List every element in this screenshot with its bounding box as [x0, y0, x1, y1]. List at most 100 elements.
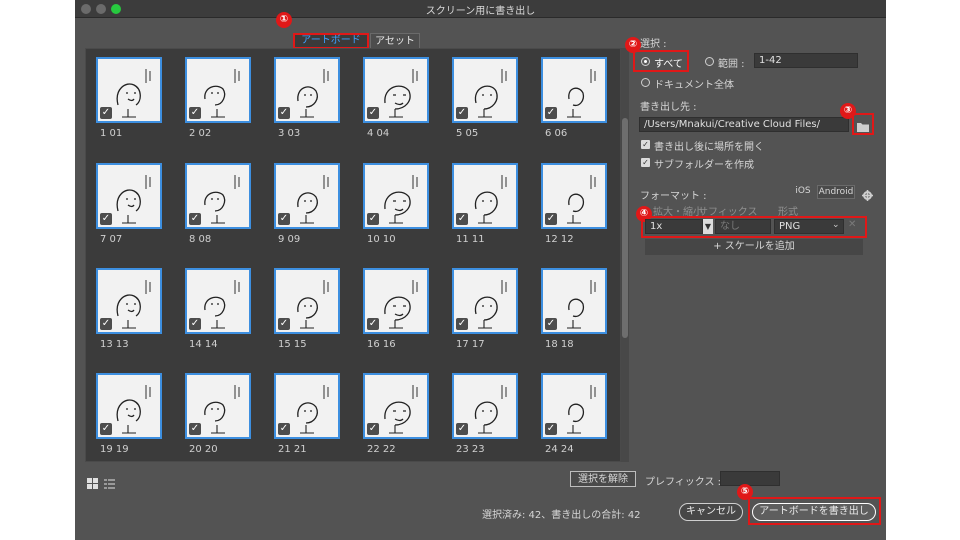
artboard-checkbox[interactable]: ✓ [278, 107, 290, 119]
artboard-thumbnail[interactable]: ✓ [185, 268, 251, 334]
artboard-thumbnail[interactable]: ✓ [274, 163, 340, 229]
window-title: スクリーン用に書き出し [425, 6, 536, 17]
artboard-checkbox[interactable]: ✓ [456, 107, 468, 119]
artboard-checkbox[interactable]: ✓ [456, 423, 468, 435]
radio-all-label: すべて [654, 59, 683, 70]
artboard-label: 18 18 [545, 339, 574, 350]
artboard-checkbox[interactable]: ✓ [456, 213, 468, 225]
grid-scrollbar[interactable] [621, 48, 629, 462]
list-view-icon[interactable] [104, 474, 115, 489]
artboard-thumbnail[interactable]: ✓ [541, 373, 607, 439]
export-for-screens-dialog: スクリーン用に書き出し アートボード アセット ① ✓ 1 01 ✓ 2 02 ✓ 3 0… [75, 0, 886, 540]
artboard-thumbnail[interactable]: ✓ [96, 57, 162, 123]
artboard-checkbox[interactable]: ✓ [278, 423, 290, 435]
export-path-input[interactable]: /Users/Mnakui/Creative Cloud Files/ [639, 117, 849, 132]
scrollbar-thumb[interactable] [622, 118, 628, 338]
artboard-checkbox[interactable]: ✓ [545, 213, 557, 225]
artboard-checkbox[interactable]: ✓ [367, 213, 379, 225]
artboard-thumbnail[interactable]: ✓ [96, 373, 162, 439]
prefix-label: プレフィックス : [645, 477, 722, 488]
chevron-down-icon[interactable]: ▼ [703, 219, 713, 234]
artboard-checkbox[interactable]: ✓ [545, 423, 557, 435]
artboard-checkbox[interactable]: ✓ [278, 318, 290, 330]
artboard-checkbox[interactable]: ✓ [189, 107, 201, 119]
artboard-thumbnail[interactable]: ✓ [96, 268, 162, 334]
cancel-button[interactable]: キャンセル [679, 503, 743, 521]
artboard-checkbox[interactable]: ✓ [278, 213, 290, 225]
radio-range[interactable] [705, 57, 714, 66]
subfolders-checkbox[interactable]: ✓ [641, 158, 650, 167]
prefix-input[interactable] [720, 471, 780, 486]
artboard-thumbnail[interactable]: ✓ [363, 163, 429, 229]
artboard-thumbnail[interactable]: ✓ [452, 57, 518, 123]
artboard-thumbnail[interactable]: ✓ [274, 268, 340, 334]
artboard-thumbnail[interactable]: ✓ [363, 373, 429, 439]
artboard-label: 3 03 [278, 128, 301, 139]
annotation-badge-1: ① [276, 12, 292, 28]
export-artboards-button[interactable]: アートボードを書き出し [752, 503, 876, 521]
artboard-checkbox[interactable]: ✓ [189, 318, 201, 330]
artboard-label: 15 15 [278, 339, 307, 350]
artboard-thumbnail[interactable]: ✓ [452, 373, 518, 439]
open-after-checkbox[interactable]: ✓ [641, 140, 650, 149]
gear-icon[interactable] [862, 186, 873, 201]
artboard-checkbox[interactable]: ✓ [545, 318, 557, 330]
artboard-label: 16 16 [367, 339, 396, 350]
radio-whole-document[interactable] [641, 78, 650, 87]
artboard-label: 17 17 [456, 339, 485, 350]
artboard-label: 5 05 [456, 128, 479, 139]
artboard-thumbnail[interactable]: ✓ [274, 57, 340, 123]
artboard-label: 8 08 [189, 234, 212, 245]
deselect-button[interactable]: 選択を解除 [570, 471, 636, 487]
artboard-checkbox[interactable]: ✓ [100, 318, 112, 330]
ios-preset-button[interactable]: iOS [793, 185, 813, 199]
radio-whole-document-label: ドキュメント全体 [654, 80, 734, 91]
radio-range-label: 範囲 : [718, 59, 745, 70]
artboard-checkbox[interactable]: ✓ [189, 423, 201, 435]
export-to-label: 書き出し先 : [640, 102, 697, 113]
artboard-thumbnail[interactable]: ✓ [363, 57, 429, 123]
remove-scale-icon[interactable]: ✕ [848, 219, 856, 230]
artboard-checkbox[interactable]: ✓ [100, 213, 112, 225]
artboard-label: 11 11 [456, 234, 485, 245]
grid-view-icon[interactable] [87, 474, 98, 489]
suffix-input[interactable]: なし [715, 219, 771, 234]
artboard-checkbox[interactable]: ✓ [367, 423, 379, 435]
artboard-thumbnail[interactable]: ✓ [541, 163, 607, 229]
artboard-label: 19 19 [100, 444, 129, 455]
android-preset-button[interactable]: Android [817, 185, 855, 199]
artboard-label: 2 02 [189, 128, 212, 139]
artboard-thumbnail[interactable]: ✓ [185, 373, 251, 439]
artboard-label: 6 06 [545, 128, 568, 139]
artboard-thumbnail[interactable]: ✓ [541, 268, 607, 334]
artboard-thumbnail[interactable]: ✓ [363, 268, 429, 334]
artboard-checkbox[interactable]: ✓ [100, 423, 112, 435]
artboard-thumbnail[interactable]: ✓ [541, 57, 607, 123]
artboard-label: 12 12 [545, 234, 574, 245]
add-scale-button[interactable]: + スケールを追加 [645, 239, 863, 255]
artboard-checkbox[interactable]: ✓ [367, 318, 379, 330]
tab-artboard[interactable]: アートボード [293, 33, 369, 49]
artboard-thumbnail[interactable]: ✓ [274, 373, 340, 439]
artboard-thumbnail[interactable]: ✓ [185, 163, 251, 229]
artboard-thumbnail[interactable]: ✓ [185, 57, 251, 123]
artboard-label: 23 23 [456, 444, 485, 455]
scale-select[interactable]: 1x [645, 219, 703, 234]
tab-asset[interactable]: アセット [370, 33, 420, 49]
artboard-checkbox[interactable]: ✓ [100, 107, 112, 119]
folder-icon[interactable] [856, 118, 870, 132]
artboard-label: 7 07 [100, 234, 123, 245]
artboard-checkbox[interactable]: ✓ [456, 318, 468, 330]
chevron-down-icon: ⌄ [832, 220, 840, 230]
range-input[interactable]: 1-42 [754, 53, 858, 68]
open-after-label: 書き出し後に場所を開く [654, 142, 764, 153]
artboard-thumbnail[interactable]: ✓ [452, 163, 518, 229]
artboard-checkbox[interactable]: ✓ [367, 107, 379, 119]
artboard-thumbnail[interactable]: ✓ [96, 163, 162, 229]
artboard-checkbox[interactable]: ✓ [189, 213, 201, 225]
annotation-badge-5: ⑤ [737, 484, 753, 500]
artboard-thumbnail[interactable]: ✓ [452, 268, 518, 334]
radio-all[interactable] [641, 57, 650, 66]
artboard-checkbox[interactable]: ✓ [545, 107, 557, 119]
title-bar: スクリーン用に書き出し [75, 0, 886, 18]
